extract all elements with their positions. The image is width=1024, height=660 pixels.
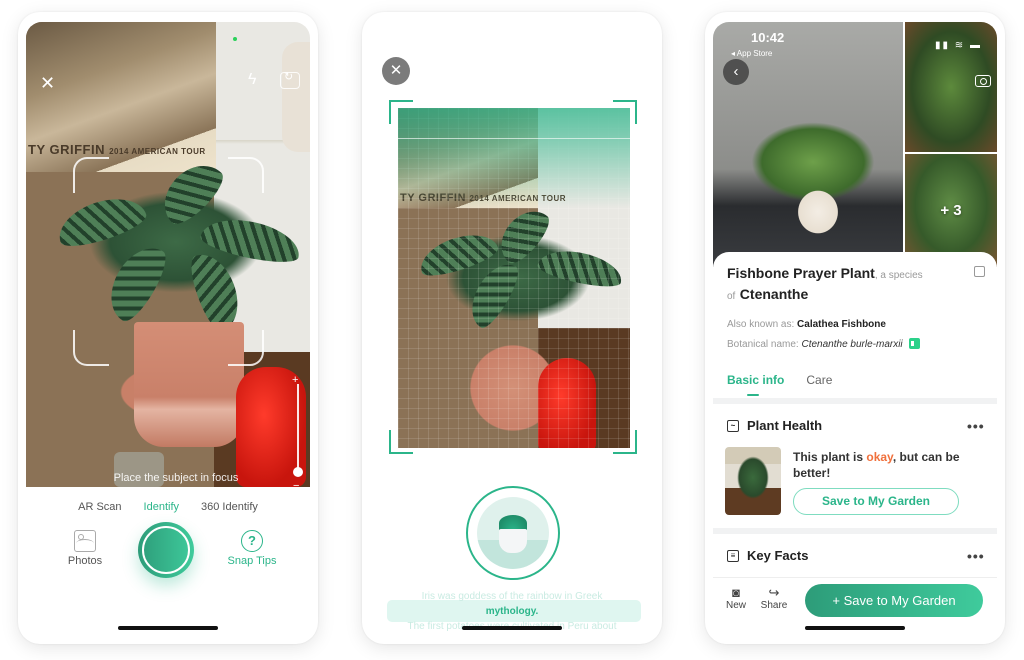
focus-frame-corner bbox=[73, 330, 109, 366]
section-divider bbox=[713, 398, 997, 404]
home-indicator[interactable] bbox=[462, 626, 562, 630]
key-facts-header: ≡ Key Facts bbox=[727, 548, 808, 563]
pulse-icon: ~ bbox=[727, 419, 739, 432]
detail-tabs: Basic info Care bbox=[727, 373, 832, 396]
home-indicator[interactable] bbox=[805, 626, 905, 630]
photos-label: Photos bbox=[67, 555, 103, 567]
new-label: New bbox=[725, 600, 746, 611]
tab-basic-info[interactable]: Basic info bbox=[727, 373, 784, 396]
photos-button[interactable]: Photos bbox=[65, 530, 105, 567]
captured-photo: TY GRIFFIN 2014 AMERICAN TOUR bbox=[398, 108, 630, 448]
home-indicator[interactable] bbox=[118, 626, 218, 630]
back-button[interactable]: ‹ bbox=[723, 59, 749, 85]
aka-label: Also known as: bbox=[727, 319, 795, 330]
plant-health-header: ~ Plant Health bbox=[727, 418, 822, 433]
more-options-icon[interactable]: ••• bbox=[967, 548, 985, 564]
more-options-icon[interactable]: ••• bbox=[967, 418, 985, 434]
botanical-label: Botanical name: bbox=[727, 339, 799, 350]
fact-previous: Iris was goddess of the rainbow in Greek bbox=[421, 591, 603, 602]
document-icon: ≡ bbox=[727, 549, 739, 562]
camera-flip-icon[interactable] bbox=[280, 72, 300, 89]
key-facts-title: Key Facts bbox=[747, 548, 809, 563]
camera-active-indicator bbox=[233, 37, 237, 41]
status-time: 10:42 bbox=[751, 30, 785, 45]
focus-frame-corner bbox=[228, 330, 264, 366]
plant-health-title: Plant Health bbox=[747, 418, 823, 433]
mode-tab-identify[interactable]: Identify bbox=[144, 501, 179, 513]
mode-tab-ar-scan[interactable]: AR Scan bbox=[78, 501, 121, 513]
main-plant-photo[interactable] bbox=[713, 22, 903, 267]
fact-current: mythology. bbox=[485, 606, 539, 617]
focus-frame-corner bbox=[228, 157, 264, 193]
share-label: Share bbox=[760, 600, 788, 611]
snap-tips-button[interactable]: ? Snap Tips bbox=[222, 530, 282, 567]
scan-line bbox=[398, 138, 630, 139]
plant-info-sheet: Fishbone Prayer Plant, a species of Cten… bbox=[713, 252, 997, 644]
focus-frame-corner bbox=[73, 157, 109, 193]
plant-leaf bbox=[52, 189, 150, 253]
new-button[interactable]: ◙ New bbox=[723, 585, 749, 611]
photo-gallery: + 3 10:42 ◂ App Store ▮▮ ≋ ▬ ‹ bbox=[713, 22, 997, 267]
genus-prefix: of bbox=[727, 291, 736, 302]
camera-icon: ◙ bbox=[732, 585, 740, 600]
pronunciation-audio-icon[interactable] bbox=[909, 338, 921, 349]
shutter-button[interactable] bbox=[138, 522, 194, 578]
help-icon: ? bbox=[241, 530, 263, 552]
botanical-name-row: Botanical name: Ctenanthe burle-marxii bbox=[727, 338, 921, 350]
health-status-word: okay bbox=[866, 450, 893, 464]
plant-photo-thumbnail[interactable]: + 3 bbox=[905, 154, 997, 267]
camera-viewfinder[interactable]: TY GRIFFIN 2014 AMERICAN TOUR ✕ ϟ + − Pl… bbox=[26, 22, 310, 487]
close-button[interactable]: ✕ bbox=[382, 57, 410, 85]
succulent-illustration bbox=[477, 497, 549, 569]
status-icons: ▮▮ ≋ ▬ bbox=[935, 40, 982, 51]
photo-gallery-icon bbox=[74, 530, 96, 552]
zoom-slider-track[interactable] bbox=[297, 384, 299, 476]
snap-tips-label: Snap Tips bbox=[227, 555, 277, 567]
identify-camera-screen: TY GRIFFIN 2014 AMERICAN TOUR ✕ ϟ + − Pl… bbox=[18, 12, 318, 644]
camera-mode-tabs: AR Scan Identify 360 Identify bbox=[18, 501, 318, 513]
tab-care[interactable]: Care bbox=[806, 373, 832, 387]
close-icon[interactable]: ✕ bbox=[40, 74, 55, 92]
share-icon: ↪ bbox=[768, 585, 780, 600]
mode-tab-360-identify[interactable]: 360 Identify bbox=[201, 501, 258, 513]
species-connector: , a species bbox=[874, 270, 923, 281]
more-photos-badge: + 3 bbox=[940, 202, 962, 219]
save-to-garden-button[interactable]: + Save to My Garden bbox=[805, 584, 983, 617]
plant-common-name: Fishbone Prayer Plant bbox=[727, 265, 875, 281]
save-to-garden-outline-button[interactable]: Save to My Garden bbox=[793, 488, 959, 515]
aka-value: Calathea Fishbone bbox=[797, 319, 886, 330]
health-status-text: This plant is okay, but can be better! bbox=[793, 450, 960, 480]
identifying-loader bbox=[466, 486, 560, 580]
share-button[interactable]: ↪ Share bbox=[757, 585, 791, 611]
botanical-value: Ctenanthe burle-marxii bbox=[801, 339, 903, 350]
flash-icon[interactable]: ϟ bbox=[248, 72, 256, 88]
poster-text: TY GRIFFIN 2014 AMERICAN TOUR bbox=[28, 142, 206, 157]
status-back-to-app[interactable]: ◂ App Store bbox=[731, 49, 772, 58]
section-divider bbox=[713, 528, 997, 534]
health-plant-thumbnail bbox=[725, 447, 781, 515]
plant-leaf bbox=[98, 237, 174, 327]
plant-genus[interactable]: Ctenanthe bbox=[740, 286, 808, 302]
bottom-bar-divider bbox=[713, 577, 997, 578]
scan-progress-band bbox=[398, 108, 630, 208]
also-known-as-row: Also known as: Calathea Fishbone bbox=[727, 319, 886, 330]
plant-detail-screen: + 3 10:42 ◂ App Store ▮▮ ≋ ▬ ‹ Fishbone … bbox=[705, 12, 1005, 644]
edit-icon[interactable] bbox=[974, 266, 985, 277]
scanning-screen: ✕ TY GRIFFIN 2014 AMERICAN TOUR Iris was… bbox=[362, 12, 662, 644]
poster-image: TY GRIFFIN 2014 AMERICAN TOUR bbox=[26, 22, 216, 172]
plant-title: Fishbone Prayer Plant, a species of Cten… bbox=[727, 264, 967, 306]
lampshade-image bbox=[282, 42, 310, 152]
camera-icon[interactable] bbox=[975, 75, 991, 87]
focus-hint: Place the subject in focus bbox=[113, 472, 239, 484]
pot-icon bbox=[499, 529, 527, 553]
